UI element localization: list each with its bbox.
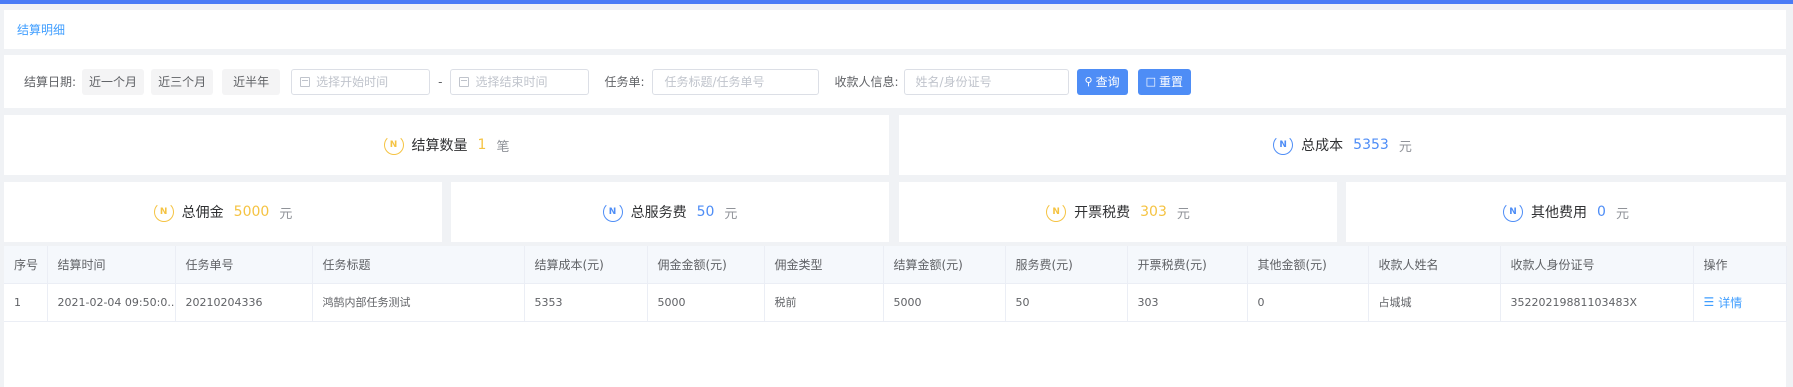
start-date-input[interactable]: 选择开始时间	[291, 68, 431, 95]
query-button[interactable]: ⚲ 查询	[1076, 68, 1128, 95]
calendar-icon	[300, 76, 311, 87]
payee-filter-label: 收款人信息:	[834, 75, 899, 89]
end-date-input[interactable]: 选择结束时间	[450, 68, 590, 95]
col-header-settle-time: 结算时间	[47, 246, 176, 284]
cell-payee-id: 352202198811034​83X	[1500, 283, 1694, 322]
cell-task-no: 20210204336	[175, 283, 313, 322]
cell-actions: ☰ 详情	[1693, 283, 1787, 322]
col-header-commission-type: 佣金类型	[764, 246, 884, 284]
summary-count-value: 1	[477, 137, 487, 153]
settlement-icon: N	[1503, 202, 1524, 222]
breadcrumb-current[interactable]: 结算明细	[17, 21, 65, 38]
col-header-index: 序号	[4, 246, 48, 284]
cell-task-title: 鸿鹄内部任务测试	[312, 283, 525, 322]
breadcrumb: 结算明细	[4, 10, 1786, 49]
summary-other-fee-unit: 元	[1615, 206, 1629, 222]
payee-search-placeholder: 姓名/身份证号	[915, 75, 992, 89]
summary-service-fee-unit: 元	[724, 206, 738, 222]
summary-total-cost-value: 5353	[1353, 137, 1389, 153]
summary-card-count: N 结算数量 1 笔	[4, 115, 889, 175]
col-header-payee-name: 收款人姓名	[1368, 246, 1501, 284]
summary-commission-value: 5000	[233, 204, 270, 220]
col-header-task-no: 任务单号	[175, 246, 313, 284]
table-header-row: 序号 结算时间 任务单号 任务标题 结算成本(元) 佣金金额(元) 佣金类型 结…	[4, 246, 1787, 284]
top-accent-bar	[0, 0, 1793, 4]
cell-service-fee: 50	[1005, 283, 1128, 322]
quick-last-month-button[interactable]: 近一个月	[82, 68, 145, 95]
task-filter-label: 任务单:	[604, 75, 645, 89]
summary-service-fee-label: 总服务费	[630, 205, 687, 221]
cell-commission: 5000	[647, 283, 765, 322]
quick-last-half-year-button[interactable]: 近半年	[222, 68, 281, 95]
search-icon: ⚲	[1084, 75, 1093, 88]
detail-link-label: 详情	[1718, 295, 1743, 310]
payee-search-input[interactable]: 姓名/身份证号	[903, 68, 1069, 95]
settlement-icon: N	[383, 135, 404, 155]
summary-commission-label: 总佣金	[181, 205, 224, 221]
end-date-placeholder: 选择结束时间	[475, 75, 548, 89]
cell-commission-type: 税前	[764, 283, 884, 322]
query-button-label: 查询	[1095, 75, 1120, 89]
list-icon: ☰	[1703, 295, 1715, 309]
summary-invoice-tax-value: 303	[1140, 204, 1167, 220]
summary-invoice-tax-label: 开票税费	[1074, 205, 1131, 221]
col-header-actions: 操作	[1693, 246, 1787, 284]
settlement-icon: N	[1046, 202, 1067, 222]
col-header-payee-id: 收款人身份证号	[1500, 246, 1694, 284]
date-range-separator: -	[438, 74, 443, 89]
summary-card-other-fee: N 其他费用 0 元	[1346, 182, 1786, 242]
summary-other-fee-label: 其他费用	[1531, 205, 1588, 221]
reset-button-label: 重置	[1159, 75, 1184, 89]
summary-card-service-fee: N 总服务费 50 元	[451, 182, 889, 242]
start-date-placeholder: 选择开始时间	[316, 75, 389, 89]
summary-total-cost-label: 总成本	[1301, 138, 1344, 154]
cell-settle-amount: 5000	[883, 283, 1006, 322]
settlement-icon: N	[153, 202, 174, 222]
settlement-table: 序号 结算时间 任务单号 任务标题 结算成本(元) 佣金金额(元) 佣金类型 结…	[4, 246, 1787, 387]
cell-settle-cost: 5353	[524, 283, 648, 322]
summary-total-cost-unit: 元	[1398, 139, 1412, 155]
cell-settle-time: 2021-02-04 09:50:0...	[47, 283, 176, 322]
task-search-input[interactable]: 任务标题/任务单号	[652, 68, 820, 95]
summary-card-invoice-tax: N 开票税费 303 元	[899, 182, 1337, 242]
quick-last-3-months-button[interactable]: 近三个月	[151, 68, 214, 95]
summary-commission-unit: 元	[279, 206, 293, 222]
col-header-commission: 佣金金额(元)	[647, 246, 765, 284]
detail-link[interactable]: ☰ 详情	[1704, 294, 1743, 311]
col-header-settle-amount: 结算金额(元)	[883, 246, 1006, 284]
summary-count-label: 结算数量	[411, 138, 468, 154]
col-header-other-amount: 其他金额(元)	[1247, 246, 1369, 284]
col-header-invoice-tax: 开票税费(元)	[1127, 246, 1248, 284]
cell-invoice-tax: 303	[1127, 283, 1248, 322]
summary-card-total-cost: N 总成本 5353 元	[899, 115, 1786, 175]
calendar-icon	[459, 76, 470, 87]
col-header-settle-cost: 结算成本(元)	[524, 246, 648, 284]
date-filter-label: 结算日期:	[24, 75, 77, 89]
cell-index: 1	[4, 283, 48, 322]
summary-invoice-tax-unit: 元	[1176, 206, 1190, 222]
table-row: 1 2021-02-04 09:50:0... 20210204336 鸿鹄内部…	[4, 283, 1787, 322]
reset-button[interactable]: □ 重置	[1137, 68, 1192, 95]
col-header-service-fee: 服务费(元)	[1005, 246, 1128, 284]
cell-payee-name: 占城城	[1368, 283, 1501, 322]
settlement-icon: N	[602, 202, 623, 222]
summary-other-fee-value: 0	[1597, 204, 1606, 220]
summary-service-fee-value: 50	[696, 204, 715, 220]
task-search-placeholder: 任务标题/任务单号	[664, 75, 765, 89]
summary-card-commission: N 总佣金 5000 元	[4, 182, 442, 242]
filter-bar: 结算日期: 近一个月 近三个月 近半年 选择开始时间 - 选择结束时间 任务单:…	[4, 55, 1786, 108]
summary-count-unit: 笔	[496, 139, 510, 155]
settlement-icon: N	[1273, 135, 1294, 155]
reset-icon: □	[1145, 75, 1157, 88]
col-header-task-title: 任务标题	[312, 246, 525, 284]
cell-other-amount: 0	[1247, 283, 1369, 322]
